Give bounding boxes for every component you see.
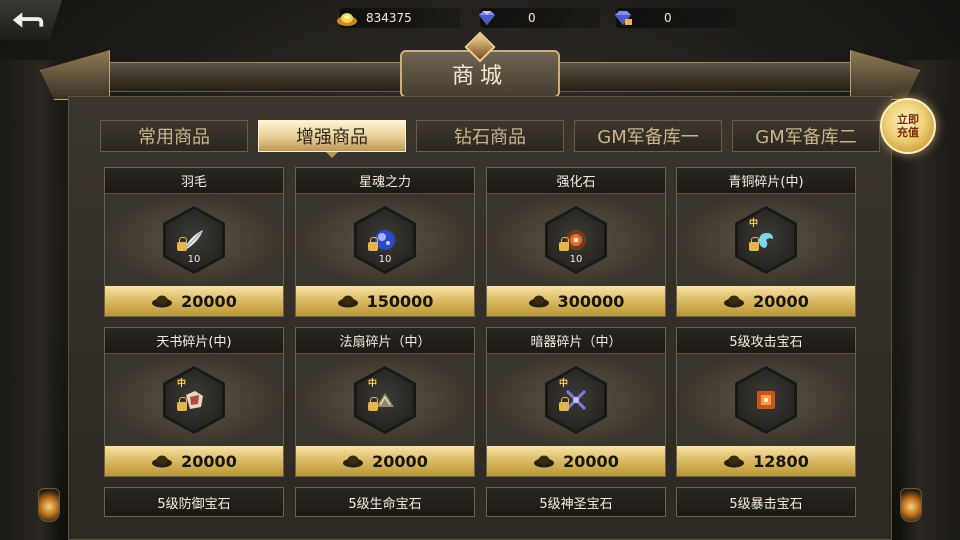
item-slot: 10 [354,206,416,274]
item-price: 20000 [487,446,665,476]
price-value: 300000 [557,291,625,311]
price-value: 150000 [366,291,434,311]
item-name: 天书碎片(中) [105,328,283,354]
lock-icon [177,397,187,411]
shop-item-card[interactable]: 5级神圣宝石 [486,487,666,517]
item-price: 150000 [296,286,474,316]
shop-item-card[interactable]: 5级生命宝石 [295,487,475,517]
price-value: 20000 [753,291,809,311]
lock-icon [177,237,187,251]
gold-ingot-icon [337,13,357,26]
lock-icon [559,397,569,411]
price-value: 20000 [181,451,237,471]
gold-ingot-icon [528,295,549,308]
attack-gem-icon [757,391,775,409]
lock-icon [559,237,569,251]
bound-diamond-currency: 0 [615,8,736,28]
item-slot: 中 [545,366,607,434]
item-slot: 10 [545,206,607,274]
gold-ingot-icon [152,295,173,308]
item-slot: 中 [354,366,416,434]
shop-item-card[interactable]: 法扇碎片（中） 中 20000 [295,327,475,477]
item-name: 青铜碎片(中) [677,168,855,194]
shop-item-card[interactable]: 星魂之力 10 150000 [295,167,475,317]
shop-item-card[interactable]: 青铜碎片(中) 中 20000 [676,167,856,317]
gold-ingot-icon [724,455,745,468]
tab-diamond-items[interactable]: 钻石商品 [416,120,564,152]
item-name: 羽毛 [105,168,283,194]
tab-gm-armory-2[interactable]: GM军备库二 [732,120,880,152]
shop-item-card[interactable]: 5级攻击宝石 12800 [676,327,856,477]
item-name: 5级神圣宝石 [487,488,665,516]
back-arrow-icon [12,12,44,28]
grade-badge: 中 [368,379,378,389]
item-name: 法扇碎片（中） [296,328,474,354]
gold-ingot-icon [724,295,745,308]
item-slot: 中 [163,366,225,434]
lock-icon [749,237,759,251]
grade-badge: 中 [177,379,187,389]
item-name: 暗器碎片（中） [487,328,665,354]
title-banner: 商城 [40,31,920,100]
gold-amount: 834375 [366,11,412,25]
grade-badge: 中 [749,219,759,229]
shop-item-card[interactable]: 天书碎片(中) 中 20000 [104,327,284,477]
tab-gm-armory-1[interactable]: GM军备库一 [574,120,722,152]
shop-item-card[interactable]: 5级防御宝石 [104,487,284,517]
item-price: 20000 [296,446,474,476]
item-name: 5级攻击宝石 [677,328,855,354]
item-name: 星魂之力 [296,168,474,194]
item-price: 20000 [105,286,283,316]
price-value: 20000 [181,291,237,311]
gold-ingot-icon [534,455,555,468]
gold-ingot-icon [343,455,364,468]
item-slot [735,366,797,434]
item-name: 5级生命宝石 [296,488,474,516]
price-value: 20000 [563,451,619,471]
shop-item-card[interactable]: 羽毛 10 20000 [104,167,284,317]
price-value: 20000 [372,451,428,471]
shop-item-card[interactable]: 5级暴击宝石 [676,487,856,517]
page-title: 商城 [451,64,508,89]
tab-common-items[interactable]: 常用商品 [100,120,248,152]
item-name: 5级暴击宝石 [677,488,855,516]
lock-icon [368,397,378,411]
item-price: 20000 [105,446,283,476]
bound-diamond-icon [615,11,632,25]
item-grid: 羽毛 10 20000 星魂之力 10 150000 强化石 10 300000… [104,167,856,540]
grade-badge: 中 [559,379,569,389]
tab-enhance-items[interactable]: 增强商品 [258,120,406,152]
lantern-icon [38,488,60,522]
item-slot: 10 [163,206,225,274]
back-button[interactable] [0,0,62,40]
item-quantity: 10 [187,254,201,265]
gold-ingot-icon [337,295,358,308]
diamond-amount: 0 [528,11,536,25]
lantern-icon [900,488,922,522]
item-name: 强化石 [487,168,665,194]
shop-item-card[interactable]: 暗器碎片（中） 中 20000 [486,327,666,477]
item-price: 20000 [677,286,855,316]
shop-tabs: 常用商品 增强商品 钻石商品 GM军备库一 GM军备库二 [100,120,896,152]
bound-diamond-amount: 0 [664,11,672,25]
item-quantity: 10 [378,254,392,265]
item-price: 300000 [487,286,665,316]
item-quantity: 10 [569,254,583,265]
lock-icon [368,237,378,251]
diamond-currency: 0 [479,8,600,28]
item-name: 5级防御宝石 [105,488,283,516]
price-value: 12800 [753,451,809,471]
diamond-icon [479,11,495,25]
item-slot: 中 [735,206,797,274]
shop-item-card[interactable]: 强化石 10 300000 [486,167,666,317]
gold-ingot-icon [152,455,173,468]
item-price: 12800 [677,446,855,476]
gold-currency: 834375 [337,8,460,28]
topup-label: 立即充值 [897,113,919,139]
left-pillar-decoration [0,60,60,540]
